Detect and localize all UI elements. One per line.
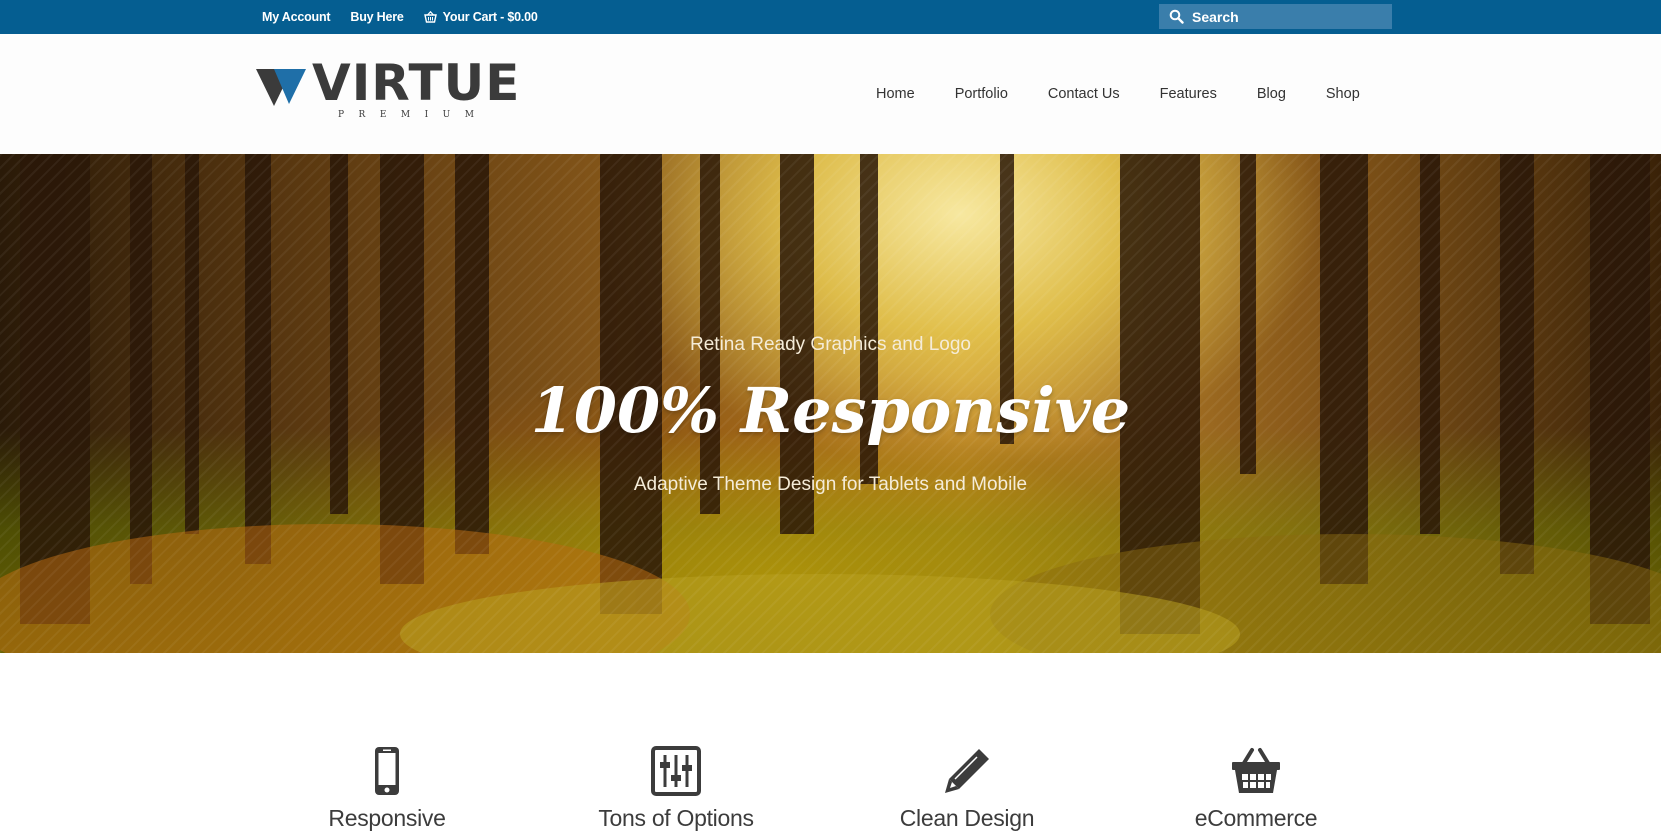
pencil-icon <box>945 749 989 793</box>
hero-slider[interactable]: Retina Ready Graphics and Logo 100% Resp… <box>0 154 1661 653</box>
nav-portfolio[interactable]: Portfolio <box>955 86 1008 102</box>
cart-label: Your Cart - $0.00 <box>442 10 538 24</box>
hero-title: 100% Responsive <box>530 374 1131 447</box>
search-icon <box>1169 9 1184 24</box>
cart-link[interactable]: Your Cart - $0.00 <box>423 10 538 24</box>
logo-subtitle: PREMIUM <box>338 110 489 120</box>
feature-title: Clean Design <box>899 805 1035 831</box>
features-section: Responsive Tons of Options Clean Design <box>0 653 1661 840</box>
hero-subtitle-bottom: Adaptive Theme Design for Tablets and Mo… <box>633 474 1028 495</box>
hero-subtitle-top: Retina Ready Graphics and Logo <box>690 334 971 355</box>
logo-triangle-icon <box>256 69 306 106</box>
sliders-icon <box>651 746 701 796</box>
main-nav: Home Portfolio Contact Us Features Blog … <box>876 34 1360 154</box>
feature-title: Tons of Options <box>598 805 754 831</box>
my-account-link[interactable]: My Account <box>262 10 331 24</box>
basket-icon <box>423 11 437 23</box>
feature-title: Responsive <box>328 805 446 831</box>
site-logo[interactable]: VIRTUE PREMIUM <box>256 58 519 126</box>
buy-here-link[interactable]: Buy Here <box>350 10 403 24</box>
feature-ecommerce[interactable]: eCommerce <box>1126 745 1386 832</box>
feature-clean-design[interactable]: Clean Design <box>837 745 1097 832</box>
top-bar: My Account Buy Here Your Cart - $0.00 <box>0 0 1661 34</box>
nav-blog[interactable]: Blog <box>1257 86 1286 102</box>
shopping-basket-icon <box>1232 748 1280 793</box>
nav-shop[interactable]: Shop <box>1326 86 1360 102</box>
mobile-phone-icon <box>375 747 399 795</box>
top-links: My Account Buy Here Your Cart - $0.00 <box>262 0 538 34</box>
site-header: VIRTUE PREMIUM Home Portfolio Contact Us… <box>0 34 1661 154</box>
feature-responsive[interactable]: Responsive <box>257 745 517 832</box>
nav-home[interactable]: Home <box>876 86 915 102</box>
nav-features[interactable]: Features <box>1160 86 1217 102</box>
nav-contact-us[interactable]: Contact Us <box>1048 86 1120 102</box>
logo-wordmark: VIRTUE <box>312 54 521 112</box>
feature-options[interactable]: Tons of Options <box>546 745 806 832</box>
search-input[interactable] <box>1192 8 1382 25</box>
search-box[interactable] <box>1159 4 1392 29</box>
feature-title: eCommerce <box>1194 805 1318 831</box>
